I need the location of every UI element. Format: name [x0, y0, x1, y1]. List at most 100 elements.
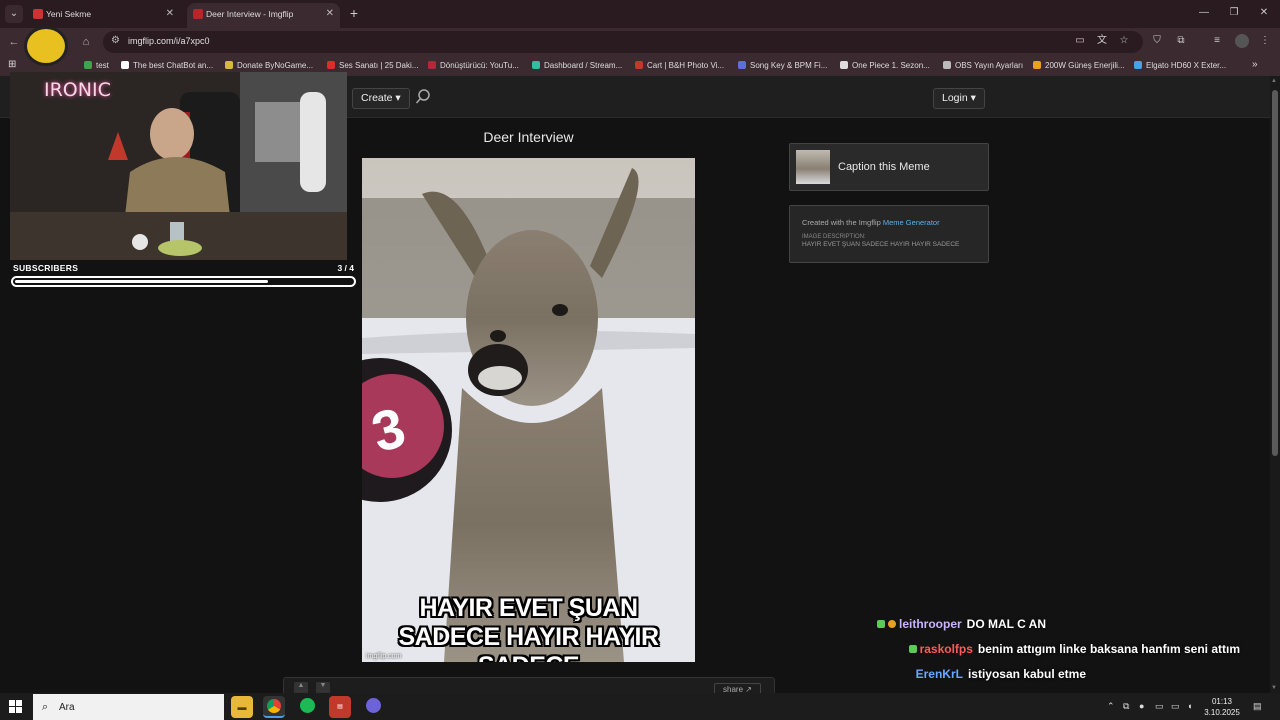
page-scrollbar[interactable]: ▲ ▼	[1270, 76, 1280, 693]
bookmark-item[interactable]: Elgato HD60 X Exter...	[1134, 61, 1226, 70]
tray-overflow-icon[interactable]: ⌃	[1107, 701, 1115, 712]
tab-search-button[interactable]: ⌄	[5, 5, 23, 23]
bookmark-item[interactable]: Song Key & BPM Fi...	[738, 61, 827, 70]
deer-photo: 3	[362, 158, 695, 662]
taskbar-search[interactable]: ⌕ Ara	[33, 694, 224, 720]
translate-icon[interactable]: 文	[1095, 34, 1109, 48]
back-icon[interactable]: ←	[6, 34, 22, 50]
volume-icon[interactable]: ◖	[1187, 701, 1192, 711]
profile-avatar[interactable]	[1235, 34, 1249, 48]
login-button[interactable]: Login ▾	[933, 88, 985, 109]
chat-username: raskolfps	[919, 642, 973, 656]
clock-time: 01:13	[1211, 697, 1233, 706]
scroll-up-icon[interactable]: ▲	[1271, 78, 1277, 84]
chat-message: raskolfps benim attıgım linke baksana han…	[908, 642, 1240, 656]
chrome-icon[interactable]	[263, 696, 285, 718]
discord-icon[interactable]	[362, 696, 384, 718]
bookmark-item[interactable]: OBS Yayın Ayarları	[943, 61, 1023, 70]
bookmark-item[interactable]: One Piece 1. Sezon...	[840, 61, 930, 70]
image-description-panel: Created with the Imgflip Meme Generator …	[789, 205, 989, 263]
restore-button[interactable]: ❐	[1219, 4, 1249, 22]
downvote-icon[interactable]: ▼	[316, 682, 330, 693]
new-tab-button[interactable]: +	[346, 4, 362, 22]
tab-title: Deer Interview - Imgflip	[206, 9, 294, 19]
bookmark-item[interactable]: Dashboard / Stream...	[532, 61, 622, 70]
share-button[interactable]: share ↗	[714, 683, 761, 693]
tray-app-icon[interactable]: ⧉	[1123, 701, 1129, 712]
microphone-icon[interactable]: ●	[1139, 701, 1144, 711]
neon-sign: IRONIC	[44, 79, 111, 101]
voicemod-icon[interactable]: ▤	[329, 696, 351, 718]
chat-badge-icon	[908, 645, 917, 653]
menu-kebab-icon[interactable]: ⋮	[1258, 34, 1272, 48]
vote-share-bar: ▲ ▼ share ↗	[283, 677, 775, 693]
shield-icon[interactable]: ⛉	[1150, 34, 1164, 48]
display-icon[interactable]: ▭	[1155, 701, 1164, 712]
subscriber-goal: SUBSCRIBERS 3 / 4	[10, 261, 357, 289]
tab-imgflip[interactable]: Deer Interview - Imgflip ✕	[187, 3, 340, 28]
bookmark-favicon-icon	[943, 61, 951, 69]
chat-text: DO MAL C AN	[966, 617, 1046, 631]
bookmark-item[interactable]: 200W Güneş Enerjili...	[1033, 61, 1125, 70]
meme-generator-link[interactable]: Meme Generator	[883, 218, 940, 227]
close-tab-icon[interactable]: ✕	[166, 3, 174, 25]
windows-start-icon[interactable]	[9, 700, 22, 713]
notifications-icon[interactable]: ▤	[1253, 701, 1262, 712]
tab-title: Yeni Sekme	[46, 9, 92, 19]
address-bar[interactable]: ⚙ imgflip.com/i/a7xpc0	[103, 31, 1143, 53]
created-with-text: Created with the Imgflip Meme Generator	[802, 218, 940, 227]
search-icon[interactable]	[415, 88, 431, 106]
cast-icon[interactable]: ▭	[1073, 34, 1087, 48]
scrollbar-thumb[interactable]	[1272, 90, 1278, 456]
image-description-heading: IMAGE DESCRIPTION:	[802, 234, 866, 240]
media-control-icon[interactable]: ≡	[1210, 34, 1224, 48]
taskbar-clock[interactable]: 01:13 3.10.2025	[1199, 696, 1245, 718]
more-bookmarks-icon[interactable]: »	[1252, 59, 1258, 70]
minimize-button[interactable]: —	[1189, 4, 1219, 22]
network-icon[interactable]: ▭	[1171, 701, 1180, 712]
file-explorer-icon[interactable]: ▬	[231, 696, 253, 718]
close-tab-icon[interactable]: ✕	[326, 3, 334, 25]
bookmark-favicon-icon	[840, 61, 848, 69]
home-icon[interactable]: ⌂	[78, 34, 94, 50]
chat-message: leithrooper DO MAL C AN	[876, 617, 1046, 631]
bookmark-favicon-icon	[635, 61, 643, 69]
bookmark-item[interactable]: Donate ByNoGame...	[225, 61, 313, 70]
subscriber-goal-label: SUBSCRIBERS	[13, 263, 79, 273]
bookmark-favicon-icon	[532, 61, 540, 69]
meme-thumbnail	[796, 150, 830, 184]
upvote-icon[interactable]: ▲	[294, 682, 308, 693]
scroll-down-icon[interactable]: ▼	[1271, 685, 1277, 691]
bookmark-item[interactable]: Dönüştürücü: YouTu...	[428, 61, 519, 70]
chrome-favicon-icon	[33, 9, 43, 19]
bookmark-star-icon[interactable]: ☆	[1117, 34, 1131, 48]
spotify-icon[interactable]	[296, 696, 318, 718]
caption-this-meme-button[interactable]: Caption this Meme	[789, 143, 989, 191]
close-window-button[interactable]: ✕	[1249, 4, 1279, 22]
bookmark-item[interactable]: The best ChatBot an...	[121, 61, 213, 70]
bookmark-item[interactable]: test	[84, 61, 109, 70]
apps-grid-icon[interactable]: ⊞	[8, 59, 16, 70]
tab-new-tab[interactable]: Yeni Sekme ✕	[27, 3, 180, 28]
meme-image[interactable]: 3 HAYIR EVET ŞUAN SADECE HAYIR HAYIR SAD…	[362, 158, 695, 662]
chat-text: istiyosan kabul etme	[967, 667, 1086, 681]
chat-badge-icon	[876, 620, 885, 628]
channel-logo	[24, 26, 68, 66]
site-info-icon[interactable]: ⚙	[111, 35, 120, 46]
chat-message: ErenKrL istiyosan kabul etme	[916, 667, 1086, 681]
extensions-icon[interactable]: ⧉	[1174, 34, 1188, 48]
bookmark-item[interactable]: Ses Sanatı | 25 Daki...	[327, 61, 418, 70]
bookmark-item[interactable]: Cart | B&H Photo Vi...	[635, 61, 724, 70]
clock-date: 3.10.2025	[1204, 708, 1240, 717]
subscriber-goal-count: 3 / 4	[337, 263, 354, 273]
taskbar-search-placeholder: Ara	[59, 702, 75, 713]
url-text[interactable]: imgflip.com/i/a7xpc0	[128, 36, 210, 46]
create-button[interactable]: Create ▾	[352, 88, 410, 109]
caption-this-meme-label: Caption this Meme	[838, 161, 930, 173]
chat-username: leithrooper	[898, 617, 962, 631]
browser-tab-strip: ⌄ Yeni Sekme ✕ Deer Interview - Imgflip …	[0, 0, 1280, 28]
browser-toolbar: ← ↻ ⌂ ⚙ imgflip.com/i/a7xpc0 ▭ 文 ☆ ⛉ ⧉ ≡…	[0, 28, 1280, 56]
bookmark-favicon-icon	[121, 61, 129, 69]
webcam-overlay: IRONIC	[10, 72, 347, 260]
search-icon: ⌕	[42, 701, 49, 713]
